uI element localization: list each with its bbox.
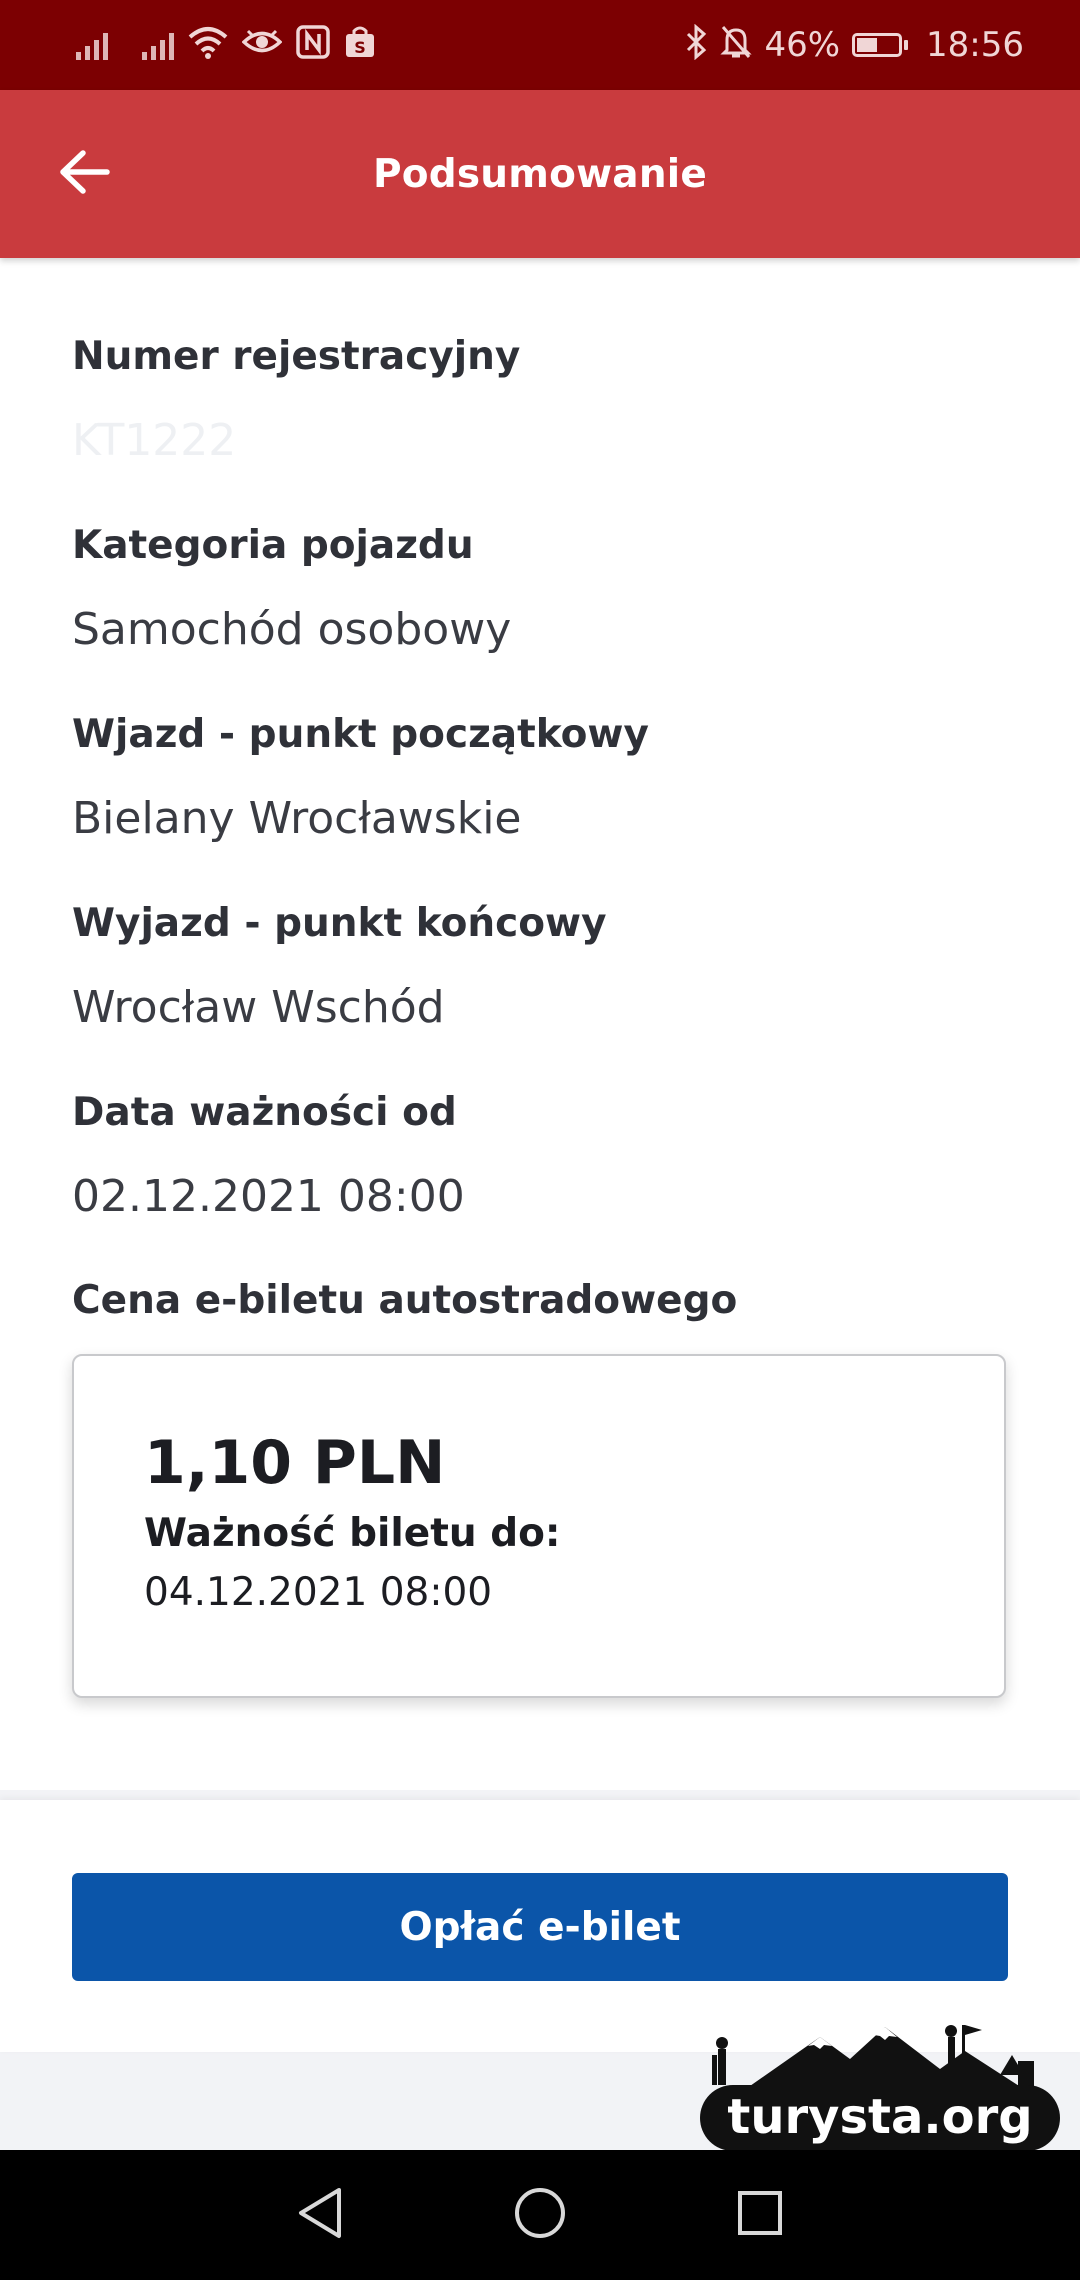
exit-point-field: Wyjazd - punkt końcowy Wrocław Wschód bbox=[72, 901, 1012, 1035]
registration-label: Numer rejestracyjny bbox=[72, 334, 521, 379]
shopping-bag-icon: S bbox=[344, 25, 376, 65]
vehicle-category-field: Kategoria pojazdu Samochód osobowy bbox=[72, 523, 1012, 657]
nav-recents-button[interactable] bbox=[725, 2180, 795, 2250]
page-title: Podsumowanie bbox=[372, 151, 708, 197]
eye-icon bbox=[241, 25, 283, 65]
ticket-validity-value: 04.12.2021 08:00 bbox=[144, 1570, 493, 1615]
clock: 18:56 bbox=[926, 25, 1024, 65]
status-bar: S 46% 18:56 bbox=[0, 0, 1080, 90]
valid-from-field: Data ważności od 02.12.2021 08:00 bbox=[72, 1090, 1012, 1224]
entry-point-field: Wjazd - punkt początkowy Bielany Wrocław… bbox=[72, 712, 1012, 846]
app-bar: Podsumowanie bbox=[0, 90, 1080, 258]
recents-square-icon bbox=[736, 2189, 784, 2241]
watermark-logo: turysta.org bbox=[700, 2015, 1068, 2155]
summary-content: Numer rejestracyjny KT1222 Kategoria poj… bbox=[0, 258, 1080, 1790]
ticket-validity-label: Ważność biletu do: bbox=[144, 1511, 561, 1556]
back-button[interactable] bbox=[50, 139, 120, 209]
pay-ticket-button[interactable]: Opłać e-bilet bbox=[72, 1873, 1008, 1981]
exit-point-label: Wyjazd - punkt końcowy bbox=[72, 901, 607, 946]
arrow-left-icon bbox=[59, 150, 111, 198]
price-label: Cena e-biletu autostradowego bbox=[72, 1278, 738, 1323]
vehicle-category-label: Kategoria pojazdu bbox=[72, 523, 474, 568]
nav-back-button[interactable] bbox=[285, 2180, 355, 2250]
status-right: 46% 18:56 bbox=[684, 23, 1024, 66]
valid-from-value: 02.12.2021 08:00 bbox=[72, 1170, 465, 1222]
registration-field: Numer rejestracyjny KT1222 bbox=[72, 334, 1012, 468]
battery-percent: 46% bbox=[764, 25, 841, 65]
registration-value: KT1222 bbox=[72, 414, 237, 466]
price-card: 1,10 PLN Ważność biletu do: 04.12.2021 0… bbox=[72, 1354, 1006, 1698]
exit-point-value: Wrocław Wschód bbox=[72, 981, 445, 1033]
svg-text:S: S bbox=[354, 38, 366, 57]
system-nav-bar bbox=[0, 2150, 1080, 2280]
vehicle-category-value: Samochód osobowy bbox=[72, 603, 512, 655]
signal-icon bbox=[142, 30, 174, 60]
entry-point-label: Wjazd - punkt początkowy bbox=[72, 712, 649, 757]
wifi-icon bbox=[188, 25, 228, 65]
battery-icon bbox=[852, 33, 909, 57]
entry-point-value: Bielany Wrocławskie bbox=[72, 792, 522, 844]
status-left: S bbox=[76, 25, 376, 65]
nav-home-button[interactable] bbox=[505, 2180, 575, 2250]
valid-from-label: Data ważności od bbox=[72, 1090, 457, 1135]
nfc-icon bbox=[296, 25, 330, 65]
bell-muted-icon bbox=[720, 24, 753, 66]
back-triangle-icon bbox=[295, 2186, 345, 2244]
watermark-text: turysta.org bbox=[727, 2089, 1032, 2145]
price-amount: 1,10 PLN bbox=[144, 1428, 446, 1498]
bluetooth-icon bbox=[684, 23, 708, 66]
signal-icon bbox=[76, 30, 108, 60]
home-circle-icon bbox=[513, 2186, 567, 2244]
